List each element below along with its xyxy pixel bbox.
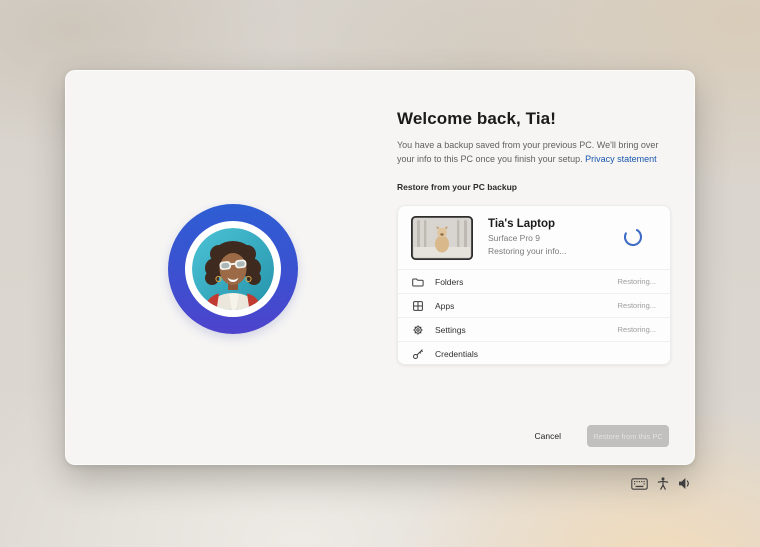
restore-item-label: Folders xyxy=(435,277,463,287)
device-thumbnail xyxy=(411,216,473,260)
cancel-button[interactable]: Cancel xyxy=(535,431,561,441)
avatar-accent-ring xyxy=(168,204,298,334)
restore-item-label: Settings xyxy=(435,325,466,335)
restore-item-apps: Apps Restoring... xyxy=(398,293,670,317)
restore-item-folders: Folders Restoring... xyxy=(398,269,670,293)
restore-item-status: Restoring... xyxy=(618,277,656,286)
gear-icon xyxy=(412,324,424,336)
restore-section-label: Restore from your PC backup xyxy=(397,182,671,192)
keyboard-icon[interactable] xyxy=(631,478,648,490)
avatar-white-ring xyxy=(185,221,281,317)
apps-icon xyxy=(412,300,424,312)
user-avatar xyxy=(168,204,298,334)
key-icon xyxy=(412,348,424,360)
restore-item-credentials: Credentials xyxy=(398,341,670,365)
device-name: Tia's Laptop xyxy=(488,218,566,230)
restore-from-pc-button[interactable]: Restore from this PC xyxy=(587,425,669,447)
progress-spinner-icon xyxy=(622,226,644,248)
accessibility-icon[interactable] xyxy=(657,477,669,490)
volume-icon[interactable] xyxy=(678,477,691,490)
device-meta: Tia's Laptop Surface Pro 9 Restoring you… xyxy=(488,218,566,258)
privacy-statement-link[interactable]: Privacy statement xyxy=(585,154,657,164)
footer-actions: Cancel Restore from this PC xyxy=(535,425,669,447)
restore-item-label: Apps xyxy=(435,301,454,311)
page-description: You have a backup saved from your previo… xyxy=(397,138,671,167)
restore-item-status: Restoring... xyxy=(618,325,656,334)
device-model: Surface Pro 9 xyxy=(488,232,566,245)
system-tray xyxy=(631,477,691,490)
restore-item-label: Credentials xyxy=(435,349,478,359)
setup-window: Welcome back, Tia! You have a backup sav… xyxy=(65,70,695,465)
folder-icon xyxy=(412,276,424,288)
restore-item-status: Restoring... xyxy=(618,301,656,310)
page-title: Welcome back, Tia! xyxy=(397,109,671,129)
restore-item-settings: Settings Restoring... xyxy=(398,317,670,341)
device-status: Restoring your info... xyxy=(488,245,566,258)
avatar-photo xyxy=(192,228,274,310)
backup-device-header: Tia's Laptop Surface Pro 9 Restoring you… xyxy=(398,206,670,269)
backup-card: Tia's Laptop Surface Pro 9 Restoring you… xyxy=(397,205,671,365)
